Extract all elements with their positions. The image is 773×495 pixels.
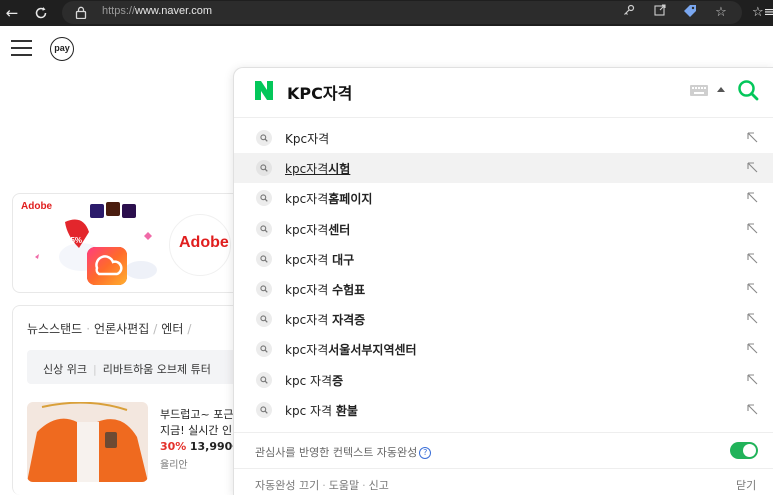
fill-query-arrow-icon[interactable] (746, 222, 758, 234)
suggestion-text: kpc자격시험 (285, 162, 351, 177)
address-bar[interactable]: https://www.naver.com ☆ (62, 1, 742, 24)
tab-newsstand[interactable]: 뉴스스탠드 (27, 322, 82, 336)
fill-query-arrow-icon[interactable] (746, 191, 758, 203)
autocomplete-footer: 자동완성 끄기 · 도움말 · 신고 닫기 (234, 468, 773, 495)
suggestion-item[interactable]: kpc자격 자격증 (234, 304, 773, 334)
creative-cloud-promo-icon (35, 202, 157, 285)
suggestion-search-icon (256, 250, 272, 267)
ad-discount-badge: 15% (66, 236, 83, 245)
tab-entertainment[interactable]: 엔터 (161, 322, 183, 336)
collapse-autocomplete-icon[interactable] (717, 87, 725, 92)
adobe-ad-banner[interactable]: Adobe 15% Adobe (12, 193, 242, 293)
star-icon[interactable]: ☆ (712, 4, 730, 22)
search-icon[interactable] (737, 79, 759, 101)
lock-icon[interactable] (75, 6, 87, 19)
report-link[interactable]: 신고 (369, 479, 389, 492)
suggestion-search-icon (256, 220, 272, 237)
news-tabs: 뉴스스탠드 · 언론사편집 / 엔터 / (27, 322, 192, 336)
suggestion-search-icon (256, 341, 272, 358)
suggestion-item[interactable]: kpc자격센터 (234, 214, 773, 244)
tag-icon[interactable] (681, 4, 699, 22)
news-panel: 뉴스스탠드 · 언론사편집 / 엔터 / 신상 위크 | 리바트하움 오브제 튜터 부드럽고~… (12, 305, 242, 495)
ticker-item[interactable]: 신상 위크 (43, 363, 87, 376)
suggestion-text: kpc자격 자격증 (285, 313, 366, 328)
context-autocomplete-label: 관심사를 반영한 컨텍스트 자동완성? (255, 444, 432, 460)
menu-icon[interactable] (11, 40, 32, 57)
tab-press-edit[interactable]: 언론사편집 (94, 322, 149, 336)
help-icon[interactable]: ? (419, 447, 432, 459)
product-discount: 30% (160, 440, 187, 453)
suggestion-item[interactable]: kpc자격 수험표 (234, 274, 773, 304)
product-info[interactable]: 부드럽고~ 포근 지금! 실시간 인 30% 13,990원 율리안 (160, 407, 241, 474)
suggestion-text: Kpc자격 (285, 132, 330, 146)
suggestion-item[interactable]: kpc자격 대구 (234, 244, 773, 274)
suggestion-search-icon (256, 401, 272, 418)
toggle-knob (743, 444, 756, 457)
shopping-ticker[interactable]: 신상 위크 | 리바트하움 오브제 튜터 (27, 350, 241, 384)
suggestion-text: kpc자격센터 (285, 222, 351, 237)
suggestion-text: kpc 자격 환불 (285, 403, 358, 418)
fill-query-arrow-icon[interactable] (746, 131, 758, 143)
context-autocomplete-toggle[interactable] (730, 442, 758, 459)
fill-query-arrow-icon[interactable] (746, 161, 758, 173)
suggestion-item[interactable]: kpc 자격 환불 (234, 395, 773, 425)
autocomplete-off-link[interactable]: 자동완성 끄기 (255, 479, 319, 492)
suggestion-item[interactable]: kpc 자격증 (234, 365, 773, 395)
suggestion-item[interactable]: kpc자격홈페이지 (234, 183, 773, 213)
fill-query-arrow-icon[interactable] (746, 312, 758, 324)
suggestion-search-icon (256, 130, 272, 146)
fill-query-arrow-icon[interactable] (746, 373, 758, 385)
help-link[interactable]: 도움말 (329, 479, 359, 492)
adobe-logo-large: Adobe (179, 234, 229, 251)
suggestion-item[interactable]: Kpc자격 (234, 123, 773, 153)
product-title-line2: 지금! 실시간 인 (160, 424, 233, 437)
suggestion-search-icon (256, 160, 272, 177)
suggestion-text: kpc 자격증 (285, 373, 344, 388)
reading-list-icon[interactable]: ☆≡ (752, 3, 773, 23)
product-seller: 율리안 (160, 460, 188, 471)
suggestion-search-icon (256, 311, 272, 328)
product-image[interactable] (27, 402, 148, 482)
naver-logo-icon[interactable] (255, 81, 273, 100)
suggestion-item[interactable]: kpc자격시험 (234, 153, 773, 184)
suggestion-text: kpc자격 대구 (285, 252, 355, 267)
fill-query-arrow-icon[interactable] (746, 282, 758, 294)
context-autocomplete-row: 관심사를 반영한 컨텍스트 자동완성? (234, 432, 773, 468)
suggestion-list: Kpc자격 kpc자격시험 kpc자격홈페이지 kpc자격센터 kpc자격 대구 kpc자… (234, 123, 773, 425)
suggestion-search-icon (256, 280, 272, 297)
suggestion-text: kpc자격 수험표 (285, 282, 366, 297)
key-icon[interactable] (620, 4, 638, 22)
suggestion-text: kpc자격홈페이지 (285, 192, 373, 207)
close-button[interactable]: 닫기 (736, 477, 756, 493)
fill-query-arrow-icon[interactable] (746, 403, 758, 415)
browser-toolbar: ← https://www.naver.com ☆ ☆≡ (0, 0, 773, 26)
pay-button[interactable]: pay (50, 37, 74, 61)
fill-query-arrow-icon[interactable] (746, 342, 758, 354)
suggestion-search-icon (256, 371, 272, 388)
search-divider (234, 117, 773, 118)
suggestion-text: kpc자격서울서부지역센터 (285, 343, 417, 358)
keyboard-icon[interactable] (690, 85, 708, 96)
ticker-item[interactable]: 리바트하움 오브제 튜터 (103, 363, 211, 376)
reload-icon[interactable] (31, 3, 51, 23)
footer-links: 자동완성 끄기 · 도움말 · 신고 (255, 479, 389, 492)
fill-query-arrow-icon[interactable] (746, 252, 758, 264)
open-in-app-icon[interactable] (651, 4, 669, 22)
product-title-line1: 부드럽고~ 포근 (160, 408, 234, 421)
search-bar: KPC자격 (234, 68, 773, 114)
search-autocomplete-panel: KPC자격 Kpc자격 kpc자격시험 kpc자격홈페이지 kpc자격센터 kpc자격 … (233, 67, 773, 495)
back-arrow-icon[interactable]: ← (2, 3, 22, 23)
search-input[interactable]: KPC자격 (287, 80, 352, 104)
suggestion-item[interactable]: kpc자격서울서부지역센터 (234, 334, 773, 364)
suggestion-search-icon (256, 190, 272, 207)
url-text[interactable]: https://www.naver.com (102, 5, 212, 17)
